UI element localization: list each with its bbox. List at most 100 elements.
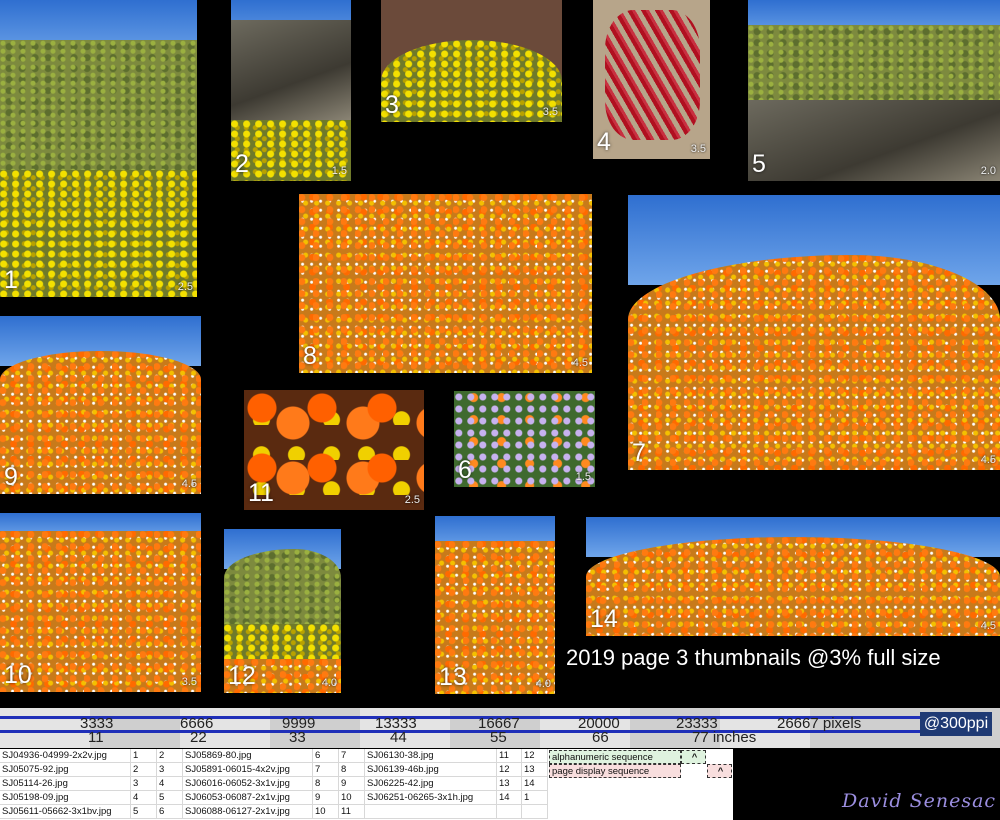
sheet-cell: 5 [131,805,157,819]
thumbnail-scale: 4.5 [181,478,197,490]
thumbnail-number: 9 [4,463,18,491]
ruler-inch-label: 11 [88,729,104,746]
thumbnail-scale: 4.0 [321,677,337,689]
thumbnail-1[interactable]: 1 2.5 [0,0,197,297]
sheet-cell: 8 [313,777,339,791]
file-sequence-sheet: SJ04936-04999-2x2v.jpg 1 2 SJ05869-80.jpg 6 7… [0,749,733,820]
thumbnail-scale: 4.0 [535,678,551,690]
sheet-cell: 9 [313,791,339,805]
sheet-cell [522,805,548,819]
signature: David Senesac [842,790,997,812]
thumbnail-number: 8 [303,342,317,370]
thumbnail-8[interactable]: 8 4.5 [299,194,592,373]
thumbnail-scale: 2.5 [404,494,420,506]
thumbnail-number: 6 [458,456,472,484]
sheet-cell: SJ05611-05662-3x1bv.jpg [0,805,131,819]
thumbnail-scale: 2.0 [980,165,996,177]
thumbnail-scale: 3.5 [181,676,197,688]
thumbnail-number: 14 [590,605,618,633]
sheet-cell: 8 [339,763,365,777]
sheet-cell: SJ05114-26.jpg [0,777,131,791]
ruler-inch-label: 44 [390,729,407,746]
sheet-cell: 11 [339,805,365,819]
sheet-cell: 10 [313,805,339,819]
sheet-cell: 12 [522,749,548,763]
ppi-badge: @300ppi [920,712,992,736]
ruler-pixel-label: 26667 pixels [777,715,862,732]
sheet-cell: 1 [522,791,548,805]
sheet-cell: 1 [131,749,157,763]
legend-label: alphanumeric sequence [549,750,681,764]
thumbnail-number: 11 [248,479,274,507]
sheet-cell: SJ06139-46b.jpg [365,763,497,777]
thumbnail-3[interactable]: 3 3.5 [381,0,562,122]
thumbnail-scale: 4.5 [980,620,996,632]
thumbnail-12[interactable]: 12 4.0 [224,529,341,693]
thumbnail-14[interactable]: 14 4.5 [586,517,1000,636]
ruler-inch-label: 77 inches [692,729,757,746]
sheet-cell: 4 [157,777,183,791]
sheet-cell: 7 [313,763,339,777]
sheet-cell: 7 [339,749,365,763]
thumbnail-number: 4 [597,128,611,156]
sheet-cell: 12 [497,763,522,777]
thumbnail-11[interactable]: 11 2.5 [244,390,424,510]
sheet-cell: 2 [131,763,157,777]
thumbnail-5[interactable]: 5 2.0 [748,0,1000,181]
sheet-cell: 11 [497,749,522,763]
thumbnail-number: 12 [228,662,256,690]
thumbnail-scale: 3.5 [542,106,558,118]
sheet-cell: 6 [313,749,339,763]
sheet-cell: 14 [522,777,548,791]
thumbnail-number: 13 [439,663,467,691]
thumbnail-scale: 4.5 [980,454,996,466]
sheet-cell: SJ04936-04999-2x2v.jpg [0,749,131,763]
sheet-cell: SJ06130-38.jpg [365,749,497,763]
sheet-cell: SJ06251-06265-3x1h.jpg [365,791,497,805]
sheet-cell: 10 [339,791,365,805]
legend-label: page display sequence [549,764,681,778]
sheet-cell [497,805,522,819]
sheet-cell: 14 [497,791,522,805]
thumbnail-scale: 1.5 [575,471,591,483]
thumbnail-number: 2 [235,150,249,178]
sheet-cell: 2 [157,749,183,763]
sheet-cell: 6 [157,805,183,819]
sheet-cell: SJ05075-92.jpg [0,763,131,777]
sheet-cell: 3 [131,777,157,791]
size-ruler: 3333 6666 9999 13333 16667 20000 23333 26667 pi… [0,708,1000,748]
thumbnail-scale: 1.5 [331,165,347,177]
thumbnail-scale: 3.5 [690,143,706,155]
thumbnail-7[interactable]: 7 4.5 [628,195,1000,470]
thumbnail-10[interactable]: 10 3.5 [0,513,201,692]
thumbnail-13[interactable]: 13 4.0 [435,516,555,694]
ruler-inch-label: 22 [190,729,207,746]
legend-marker: ^ [681,750,706,764]
thumbnail-6[interactable]: 6 1.5 [454,391,595,487]
sheet-cell: 9 [339,777,365,791]
sheet-cell: SJ06016-06052-3x1v.jpg [183,777,313,791]
sheet-cell: 13 [497,777,522,791]
sheet-cell: SJ05869-80.jpg [183,749,313,763]
sheet-cell: SJ06053-06087-2x1v.jpg [183,791,313,805]
thumbnail-number: 1 [4,266,18,294]
thumbnail-scale: 4.5 [572,357,588,369]
sheet-cell: 3 [157,763,183,777]
sheet-cell [365,805,497,819]
thumbnail-9[interactable]: 9 4.5 [0,316,201,494]
ruler-inch-label: 55 [490,729,507,746]
thumbnail-scale: 2.5 [177,281,193,293]
thumbnail-2[interactable]: 2 1.5 [231,0,351,181]
legend-marker: ^ [707,764,732,778]
sheet-cell: SJ06088-06127-2x1v.jpg [183,805,313,819]
page-title: 2019 page 3 thumbnails @3% full size [566,645,941,670]
thumbnail-number: 10 [4,661,32,689]
thumbnail-4[interactable]: 4 3.5 [593,0,710,159]
thumbnail-number: 7 [632,439,646,467]
thumbnail-number: 3 [385,91,399,119]
sheet-cell: 4 [131,791,157,805]
sheet-cell: SJ05891-06015-4x2v.jpg [183,763,313,777]
ruler-inch-label: 33 [289,729,306,746]
sheet-cell: 13 [522,763,548,777]
sheet-cell: SJ05198-09.jpg [0,791,131,805]
